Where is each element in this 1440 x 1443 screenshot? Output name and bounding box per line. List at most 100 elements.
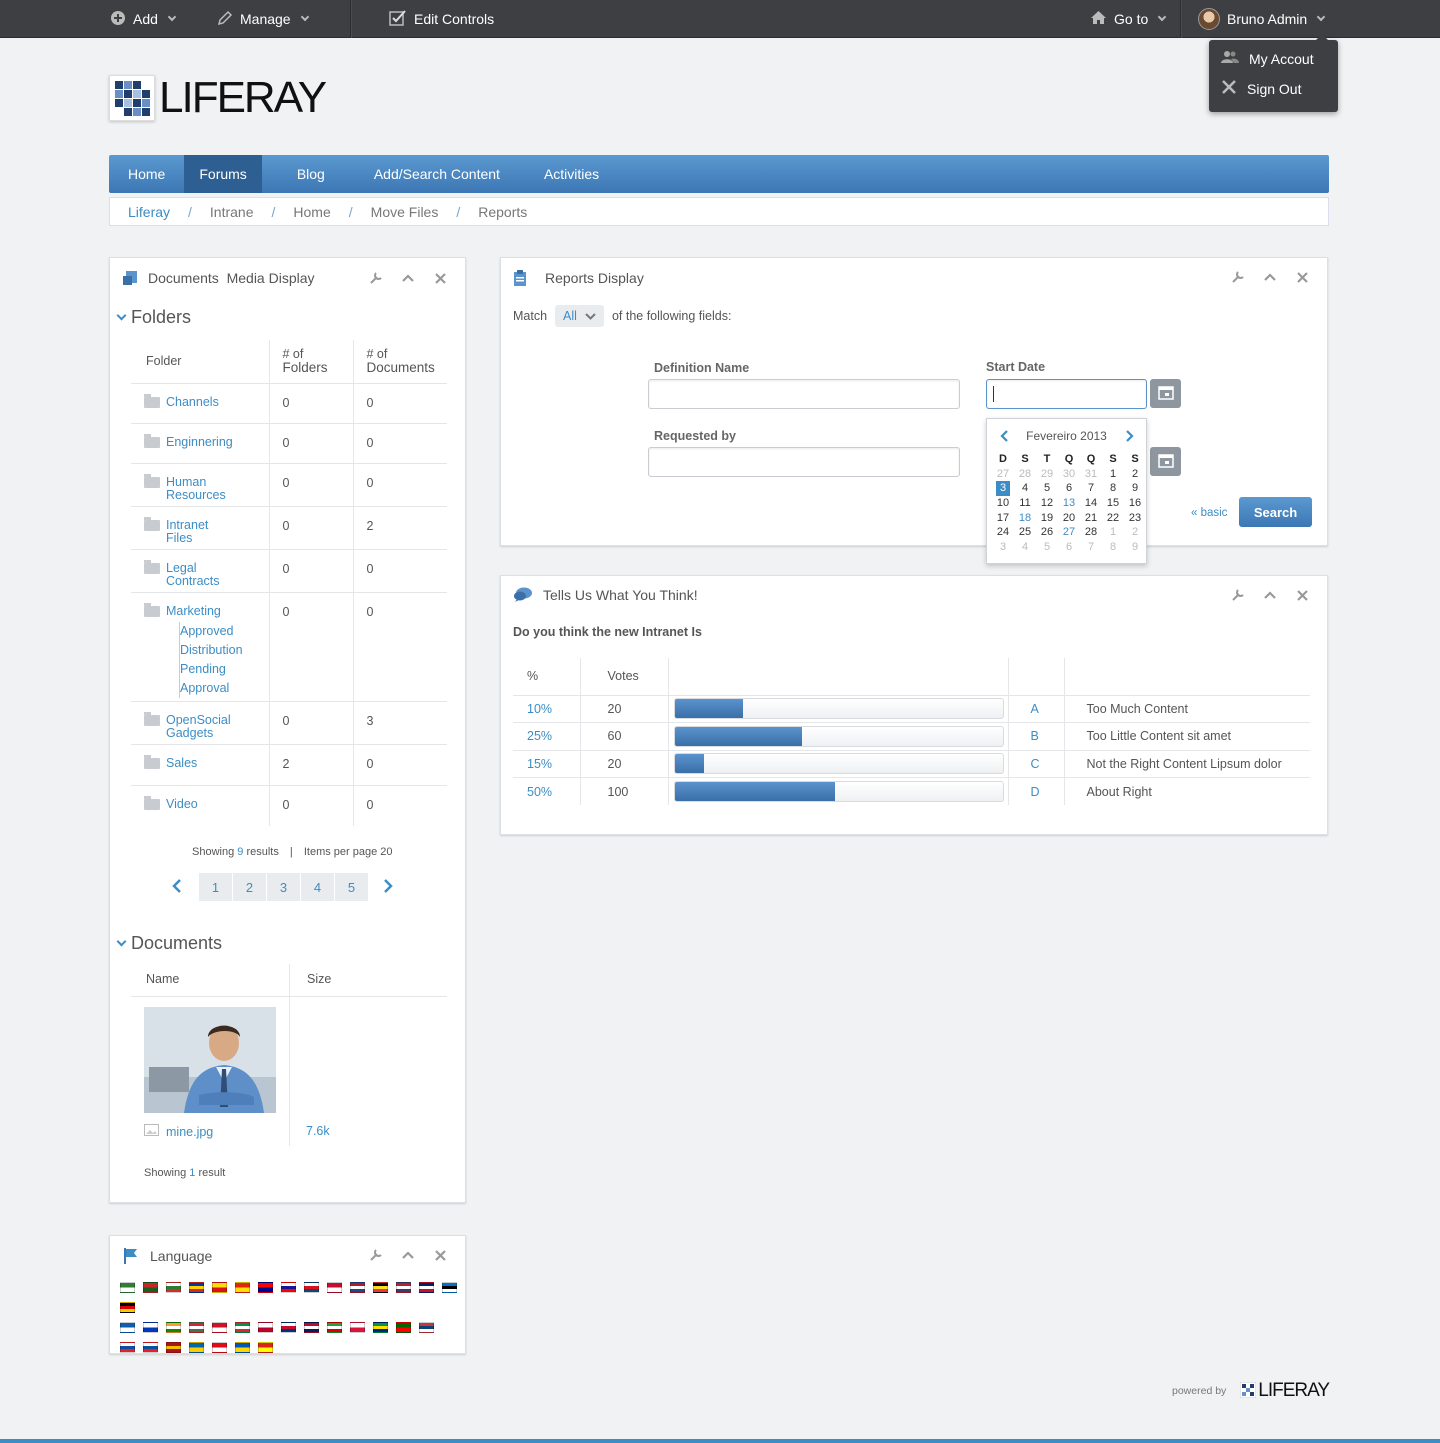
language-flag-icon[interactable] xyxy=(166,1322,181,1333)
calendar-day[interactable]: 27 xyxy=(992,467,1014,482)
my-account-item[interactable]: My Accout xyxy=(1221,50,1314,67)
basic-search-link[interactable]: « basic xyxy=(1191,507,1227,519)
calendar-day[interactable]: 11 xyxy=(1014,496,1036,511)
table-row[interactable]: Enginnering 0 0 xyxy=(131,422,447,463)
language-flag-icon[interactable] xyxy=(143,1282,158,1293)
nav-item-blog[interactable]: Blog xyxy=(278,155,344,193)
language-flag-icon[interactable] xyxy=(120,1322,135,1333)
definition-name-input[interactable] xyxy=(648,379,960,409)
nav-item-activities[interactable]: Activities xyxy=(525,155,618,193)
page-4[interactable]: 4 xyxy=(301,873,335,901)
wrench-icon[interactable] xyxy=(369,1248,383,1262)
calendar-day[interactable]: 19 xyxy=(1036,511,1058,526)
language-flag-icon[interactable] xyxy=(189,1322,204,1333)
breadcrumb-item-liferay[interactable]: Liferay xyxy=(128,204,170,220)
minimize-icon[interactable] xyxy=(401,271,415,285)
calendar-day[interactable]: 28 xyxy=(1080,525,1102,540)
folder-name[interactable]: OpenSocial Gadgets xyxy=(166,713,231,740)
documents-section-toggle[interactable]: Documents xyxy=(116,933,222,954)
calendar-day[interactable]: 9 xyxy=(1124,481,1146,496)
language-flag-icon[interactable] xyxy=(442,1282,457,1293)
breadcrumb-item-intrane[interactable]: Intrane xyxy=(210,204,254,220)
column-header-name[interactable]: Name xyxy=(146,972,179,986)
language-flag-icon[interactable] xyxy=(258,1282,273,1293)
language-flag-icon[interactable] xyxy=(373,1282,388,1293)
language-flag-icon[interactable] xyxy=(373,1322,388,1333)
folder-name[interactable]: Intranet Files xyxy=(166,518,226,545)
breadcrumb-item-home[interactable]: Home xyxy=(293,204,330,220)
language-flag-icon[interactable] xyxy=(143,1322,158,1333)
nav-item-forums[interactable]: Forums xyxy=(184,155,262,193)
nav-item-add-search-content[interactable]: Add/Search Content xyxy=(344,155,525,193)
table-row[interactable]: Video 0 0 xyxy=(131,784,447,826)
add-menu[interactable]: Add xyxy=(110,0,177,38)
language-flag-icon[interactable] xyxy=(235,1322,250,1333)
language-flag-icon[interactable] xyxy=(258,1322,273,1333)
calendar-day[interactable]: 12 xyxy=(1036,496,1058,511)
calendar-day[interactable]: 6 xyxy=(1058,540,1080,555)
column-header-folder[interactable]: Folder xyxy=(131,340,269,383)
language-flag-icon[interactable] xyxy=(235,1342,250,1353)
calendar-day[interactable]: 15 xyxy=(1102,496,1124,511)
items-per-page[interactable]: Items per page 20 xyxy=(304,846,393,858)
calendar-day[interactable]: 8 xyxy=(1102,540,1124,555)
calendar-day[interactable]: 10 xyxy=(992,496,1014,511)
page-3[interactable]: 3 xyxy=(267,873,301,901)
table-row[interactable]: Sales 2 0 xyxy=(131,743,447,785)
match-select[interactable]: All xyxy=(555,305,604,327)
page-5[interactable]: 5 xyxy=(335,873,369,901)
language-flag-icon[interactable] xyxy=(396,1282,411,1293)
minimize-icon[interactable] xyxy=(1263,270,1277,284)
calendar-day[interactable]: 3 xyxy=(996,481,1010,497)
language-flag-icon[interactable] xyxy=(350,1322,365,1333)
table-row[interactable]: Human Resources 0 0 xyxy=(131,462,447,506)
language-flag-icon[interactable] xyxy=(258,1342,273,1353)
folder-name[interactable]: Video xyxy=(166,797,198,811)
wrench-icon[interactable] xyxy=(369,271,383,285)
user-menu-toggle[interactable]: Bruno Admin xyxy=(1198,0,1326,38)
page-2[interactable]: 2 xyxy=(233,873,267,901)
calendar-day[interactable]: 17 xyxy=(992,511,1014,526)
page-1[interactable]: 1 xyxy=(199,873,233,901)
language-flag-icon[interactable] xyxy=(327,1322,342,1333)
table-row[interactable]: Intranet Files 0 2 xyxy=(131,505,447,549)
site-logo[interactable]: LIFERAY xyxy=(109,73,327,123)
folders-section-toggle[interactable]: Folders xyxy=(116,307,191,328)
language-flag-icon[interactable] xyxy=(419,1282,434,1293)
table-row[interactable]: Channels 0 0 xyxy=(131,382,447,423)
close-icon[interactable] xyxy=(1295,270,1309,284)
column-header-folders[interactable]: # of Folders xyxy=(268,340,353,383)
table-row[interactable]: Legal Contracts 0 0 xyxy=(131,548,447,592)
calendar-day[interactable]: 1 xyxy=(1102,525,1124,540)
calendar-day[interactable]: 4 xyxy=(1014,540,1036,555)
calendar-button[interactable] xyxy=(1150,447,1181,476)
folder-name[interactable]: Legal Contracts xyxy=(166,561,226,588)
subfolder-name[interactable]: Approved Distribution Pending Approval xyxy=(179,621,249,698)
footer-logo[interactable]: LIFERAY xyxy=(1239,1380,1330,1402)
document-name[interactable]: mine.jpg xyxy=(166,1125,213,1139)
close-icon[interactable] xyxy=(1295,588,1309,602)
language-flag-icon[interactable] xyxy=(396,1322,411,1333)
manage-menu[interactable]: Manage xyxy=(217,0,309,38)
calendar-day[interactable]: 9 xyxy=(1124,540,1146,555)
calendar-day[interactable]: 2 xyxy=(1124,467,1146,482)
close-icon[interactable] xyxy=(433,1248,447,1262)
language-flag-icon[interactable] xyxy=(281,1322,296,1333)
calendar-day[interactable]: 30 xyxy=(1058,467,1080,482)
chevron-left-icon[interactable] xyxy=(172,878,192,896)
calendar-day[interactable]: 20 xyxy=(1058,511,1080,526)
search-button[interactable]: Search xyxy=(1239,497,1312,527)
language-flag-icon[interactable] xyxy=(281,1282,296,1293)
calendar-day[interactable]: 24 xyxy=(992,525,1014,540)
folder-name[interactable]: Human Resources xyxy=(166,475,226,502)
calendar-day[interactable]: 1 xyxy=(1102,467,1124,482)
language-flag-icon[interactable] xyxy=(419,1322,434,1333)
calendar-day[interactable]: 5 xyxy=(1036,481,1058,496)
table-row[interactable]: OpenSocial Gadgets 0 3 xyxy=(131,700,447,744)
calendar-day[interactable]: 6 xyxy=(1058,481,1080,496)
language-flag-icon[interactable] xyxy=(120,1342,135,1353)
wrench-icon[interactable] xyxy=(1231,588,1245,602)
table-row[interactable]: Marketing Approved Distribution Pending A… xyxy=(131,591,447,701)
calendar-day[interactable]: 16 xyxy=(1124,496,1146,511)
calendar-button[interactable] xyxy=(1150,379,1181,408)
